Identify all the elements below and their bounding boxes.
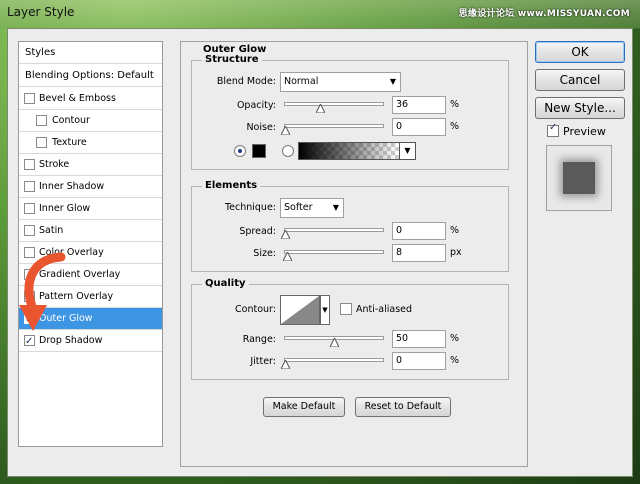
noise-label: Noise: [246, 122, 276, 133]
noise-unit: % [450, 121, 460, 132]
jitter-label: Jitter: [250, 356, 276, 367]
style-checkbox[interactable] [24, 159, 35, 170]
watermark: 思缘设计论坛 www.MISSYUAN.COM [458, 9, 630, 19]
style-item-label: Bevel & Emboss [39, 93, 116, 104]
outer-glow-panel: Outer Glow Structure Blend Mode: Normal … [180, 41, 528, 467]
jitter-slider[interactable] [280, 358, 384, 369]
quality-group: Quality Contour: ▼ Anti-aliased Range: 5… [191, 278, 509, 380]
noise-input[interactable]: 0 [392, 118, 446, 136]
elements-title: Elements [202, 180, 261, 191]
dialog-client: Styles Blending Options: Default Bevel &… [7, 28, 633, 477]
gradient-radio[interactable] [282, 145, 294, 157]
styles-list: Styles Blending Options: Default Bevel &… [18, 41, 163, 447]
glow-color-swatch[interactable] [252, 144, 266, 158]
style-item-label: Contour [52, 115, 90, 126]
opacity-unit: % [450, 99, 460, 110]
blending-options-item[interactable]: Blending Options: Default [19, 65, 162, 87]
noise-slider-thumb[interactable] [280, 126, 290, 135]
range-label: Range: [242, 334, 276, 345]
contour-dropdown[interactable]: ▼ [320, 295, 330, 325]
style-item-label: Inner Shadow [39, 181, 105, 192]
preview-swatch [563, 162, 595, 194]
jitter-unit: % [450, 355, 460, 366]
size-label: Size: [253, 248, 276, 259]
technique-value: Softer [284, 202, 313, 213]
style-checkbox[interactable] [24, 181, 35, 192]
blending-options-label: Blending Options: Default [25, 70, 154, 81]
blend-mode-value: Normal [284, 76, 319, 87]
quality-title: Quality [202, 278, 249, 289]
chevron-down-icon: ▼ [399, 143, 415, 159]
chevron-down-icon: ▼ [332, 203, 339, 212]
range-slider-thumb[interactable] [329, 338, 339, 347]
size-input[interactable]: 8 [392, 244, 446, 262]
style-item-texture[interactable]: Texture [19, 132, 162, 154]
elements-group: Elements Technique: Softer ▼ Spread: 0 %… [191, 180, 509, 272]
gradient-picker[interactable]: ▼ [298, 142, 416, 160]
spread-slider[interactable] [280, 228, 384, 239]
contour-picker[interactable] [280, 295, 320, 325]
spread-unit: % [450, 225, 460, 236]
style-checkbox[interactable] [24, 225, 35, 236]
style-checkbox[interactable] [24, 203, 35, 214]
spread-label: Spread: [239, 226, 276, 237]
make-default-button[interactable]: Make Default [263, 397, 345, 417]
style-item-label: Texture [52, 137, 87, 148]
style-item-label: Stroke [39, 159, 70, 170]
range-input[interactable]: 50 [392, 330, 446, 348]
jitter-slider-thumb[interactable] [280, 360, 290, 369]
style-checkbox[interactable] [24, 93, 35, 104]
new-style-button[interactable]: New Style... [535, 97, 625, 119]
spread-input[interactable]: 0 [392, 222, 446, 240]
solid-color-radio[interactable] [234, 145, 246, 157]
style-item-label: Satin [39, 225, 64, 236]
style-item-inner-glow[interactable]: Inner Glow [19, 198, 162, 220]
styles-header[interactable]: Styles [19, 42, 162, 64]
style-checkbox[interactable] [36, 115, 47, 126]
technique-label: Technique: [224, 202, 276, 213]
spread-slider-thumb[interactable] [280, 230, 290, 239]
style-item-inner-shadow[interactable]: Inner Shadow [19, 176, 162, 198]
style-checkbox[interactable] [36, 137, 47, 148]
layer-style-window: Layer Style 思缘设计论坛 www.MISSYUAN.COM Styl… [0, 0, 640, 484]
size-slider[interactable] [283, 250, 384, 261]
blend-mode-select[interactable]: Normal ▼ [280, 72, 401, 92]
noise-slider[interactable] [280, 124, 384, 135]
title-bar: Layer Style 思缘设计论坛 www.MISSYUAN.COM [0, 0, 640, 28]
style-item-label: Inner Glow [39, 203, 91, 214]
red-arrow-icon [19, 252, 66, 331]
contour-label: Contour: [235, 304, 276, 315]
contour-preview-icon [281, 296, 319, 324]
opacity-slider-thumb[interactable] [315, 104, 325, 113]
technique-select[interactable]: Softer ▼ [280, 198, 344, 218]
ok-button[interactable]: OK [535, 41, 625, 63]
opacity-label: Opacity: [236, 100, 276, 111]
range-unit: % [450, 333, 460, 344]
style-item-stroke[interactable]: Stroke [19, 154, 162, 176]
chevron-down-icon: ▼ [389, 77, 396, 86]
preview-label: Preview [563, 125, 606, 138]
reset-to-default-button[interactable]: Reset to Default [355, 397, 451, 417]
anti-aliased-checkbox[interactable] [340, 303, 352, 315]
preview-checkbox[interactable] [547, 122, 559, 137]
window-title: Layer Style [7, 5, 75, 19]
blend-mode-label: Blend Mode: [216, 76, 276, 87]
size-unit: px [450, 247, 462, 258]
structure-title: Structure [202, 54, 262, 65]
anti-aliased-label: Anti-aliased [356, 304, 413, 315]
cancel-button[interactable]: Cancel [535, 69, 625, 91]
styles-header-label: Styles [25, 47, 56, 58]
range-slider[interactable] [284, 336, 384, 347]
structure-group: Structure Blend Mode: Normal ▼ Opacity: … [191, 54, 509, 170]
style-item-bevel-emboss[interactable]: Bevel & Emboss [19, 88, 162, 110]
size-slider-thumb[interactable] [283, 252, 293, 261]
jitter-input[interactable]: 0 [392, 352, 446, 370]
opacity-input[interactable]: 36 [392, 96, 446, 114]
opacity-slider[interactable] [284, 102, 384, 113]
preview-box [546, 145, 612, 211]
style-item-satin[interactable]: Satin [19, 220, 162, 242]
style-item-contour[interactable]: Contour [19, 110, 162, 132]
